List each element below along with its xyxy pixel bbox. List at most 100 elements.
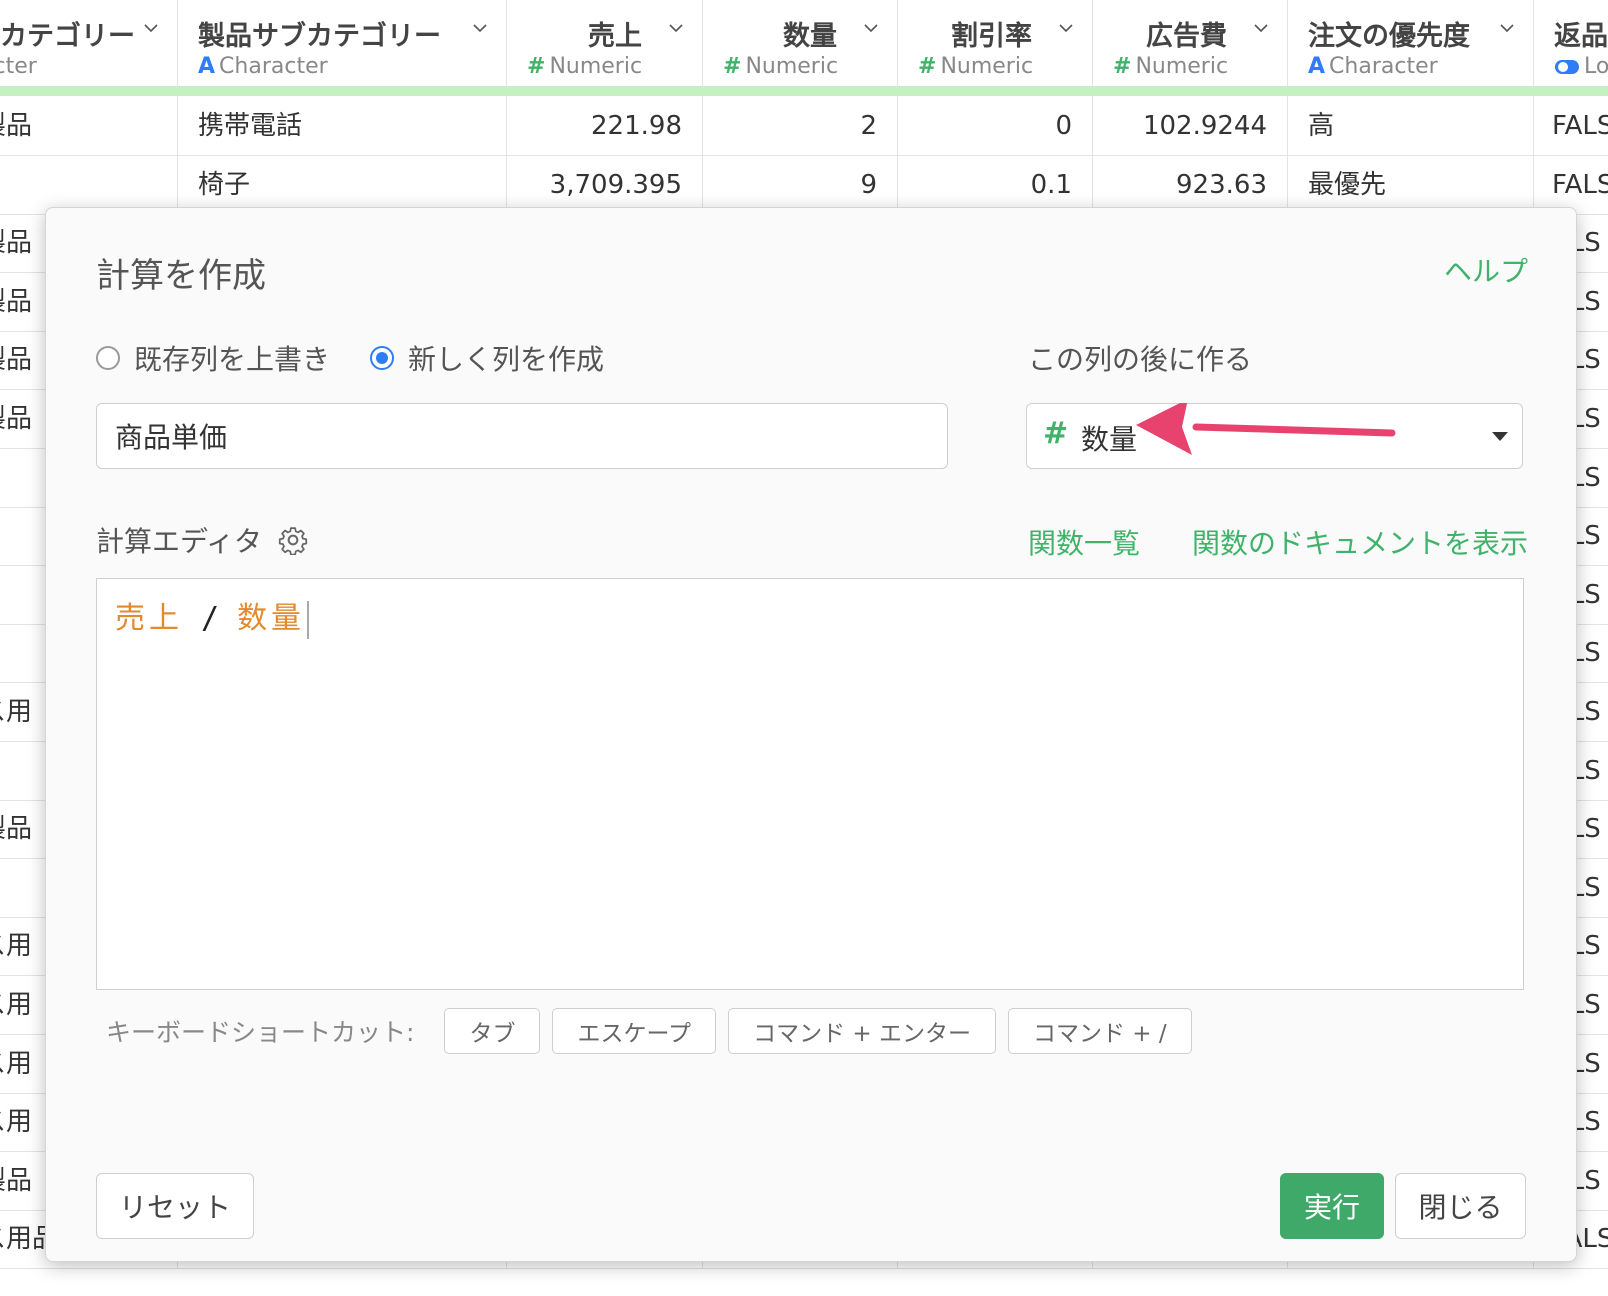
table-cell: 0: [898, 96, 1093, 156]
dialog-title: 計算を作成: [96, 256, 266, 296]
table-cell: 携帯電話: [178, 96, 507, 156]
shortcut-key-cmd-slash: コマンド + /: [1007, 1008, 1192, 1054]
column-type-label: A Character: [198, 54, 328, 79]
reset-button[interactable]: リセット: [96, 1173, 254, 1239]
character-type-icon: A: [1308, 54, 1326, 79]
expression-operator: /: [201, 601, 220, 636]
logical-type-icon: [1554, 54, 1580, 79]
column-type-name: Numeric: [549, 54, 643, 79]
numeric-type-icon: #: [1043, 416, 1069, 451]
radio-circle[interactable]: [96, 346, 120, 370]
column-header-name: 数量: [783, 21, 837, 52]
chevron-down-icon[interactable]: [1253, 20, 1269, 36]
column-type-name: Numeric: [1135, 54, 1229, 79]
column-type-label: # Numeric: [918, 54, 1033, 79]
gear-icon[interactable]: [278, 525, 308, 555]
character-type-icon: A: [198, 54, 216, 79]
chevron-down-icon[interactable]: [1499, 20, 1515, 36]
column-header[interactable]: 製品サブカテゴリー A Character: [178, 0, 507, 86]
radio-overwrite-column[interactable]: 既存列を上書き: [96, 338, 330, 378]
run-button[interactable]: 実行: [1280, 1173, 1384, 1239]
column-type-label: A Character: [1308, 54, 1438, 79]
table-cell: 最優先: [1288, 154, 1534, 215]
column-header[interactable]: カテゴリーacter: [0, 0, 178, 86]
shortcut-key-escape: エスケープ: [552, 1008, 717, 1054]
table-cell: 923.63: [1093, 154, 1288, 215]
column-type-label: # Numeric: [527, 54, 642, 79]
table-cell: FALS: [1534, 96, 1608, 156]
expression-column-token: 売上: [115, 601, 183, 636]
chevron-down-icon[interactable]: [863, 20, 879, 36]
keyboard-shortcuts: キーボードショートカット: タブ エスケープ コマンド + エンター コマンド …: [106, 1008, 1204, 1054]
column-type-label: Lo: [1554, 54, 1608, 79]
shortcut-key-cmd-enter: コマンド + エンター: [728, 1008, 996, 1054]
numeric-type-icon: #: [918, 54, 937, 79]
column-header-name: 広告費: [1146, 21, 1227, 52]
numeric-type-icon: #: [723, 54, 742, 79]
table-cell: [0, 154, 178, 215]
column-header[interactable]: 注文の優先度 A Character: [1288, 0, 1534, 86]
function-list-link[interactable]: 関数一覧: [1028, 522, 1140, 562]
column-header-name: 売上: [588, 21, 642, 52]
column-header-name: 製品サブカテゴリー: [198, 21, 441, 52]
editor-label-text: 計算エディタ: [96, 525, 263, 558]
column-type-label: acter: [0, 54, 37, 79]
numeric-type-icon: #: [527, 54, 546, 79]
radio-create-new-column[interactable]: 新しく列を作成: [370, 338, 604, 378]
column-header[interactable]: 売上 # Numeric: [507, 0, 703, 86]
radio-overwrite-label: 既存列を上書き: [134, 343, 331, 376]
column-header[interactable]: 割引率 # Numeric: [898, 0, 1093, 86]
function-docs-link[interactable]: 関数のドキュメントを表示: [1192, 522, 1528, 562]
after-column-value: 数量: [1081, 423, 1138, 456]
table-cell: 2: [703, 96, 898, 156]
table-cell: 0.1: [898, 154, 1093, 215]
table-cell: 製品: [0, 96, 178, 156]
chevron-down-icon[interactable]: [668, 20, 684, 36]
column-type-name: Numeric: [940, 54, 1034, 79]
table-cell: FALS: [1534, 155, 1608, 215]
calculation-editor-label: 計算エディタ: [96, 520, 308, 560]
new-column-name-input[interactable]: [96, 403, 948, 469]
radio-circle-selected[interactable]: [370, 346, 395, 370]
help-link[interactable]: ヘルプ: [1444, 250, 1528, 290]
expression-column-token: 数量: [237, 601, 306, 636]
chevron-down-icon[interactable]: [143, 20, 159, 36]
column-type-name: Character: [1329, 54, 1438, 79]
caret-down-icon[interactable]: [1492, 432, 1508, 441]
table-row: 製品携帯電話221.9820102.9244高FALS: [0, 96, 1608, 156]
table-cell: 9: [703, 154, 898, 215]
shortcuts-label: キーボードショートカット:: [106, 1018, 415, 1047]
column-type-name: Lo: [1584, 54, 1608, 79]
create-calculation-dialog: 計算を作成 ヘルプ 既存列を上書き 新しく列を作成 この列の後に作る # 数量 …: [45, 207, 1577, 1262]
table-cell: 3,709.395: [507, 154, 703, 215]
chevron-down-icon[interactable]: [1058, 20, 1074, 36]
after-column-label: この列の後に作る: [1028, 343, 1253, 376]
column-header[interactable]: 数量 # Numeric: [703, 0, 898, 86]
chevron-down-icon[interactable]: [472, 20, 488, 36]
annotation-arrow-icon: [1136, 403, 1396, 455]
column-header-name: 返品: [1554, 21, 1608, 52]
table-cell: 高: [1288, 96, 1534, 156]
column-type-name: Character: [219, 54, 328, 79]
column-type-label: # Numeric: [1113, 54, 1228, 79]
column-header[interactable]: 広告費 # Numeric: [1093, 0, 1288, 86]
radio-new-label: 新しく列を作成: [408, 343, 605, 376]
mode-radio-group: 既存列を上書き 新しく列を作成: [96, 338, 644, 378]
calculation-editor[interactable]: 売上 / 数量: [96, 578, 1524, 990]
column-header-name: カテゴリー: [0, 21, 135, 52]
shortcut-key-tab: タブ: [444, 1008, 541, 1054]
column-type-name: Numeric: [745, 54, 839, 79]
column-type-label: # Numeric: [723, 54, 838, 79]
column-type-name: acter: [0, 54, 37, 79]
column-header[interactable]: 返品 Lo: [1534, 0, 1608, 86]
numeric-type-icon: #: [1113, 54, 1132, 79]
column-header-name: 注文の優先度: [1308, 21, 1470, 52]
table-cell: 椅子: [178, 154, 507, 215]
close-button[interactable]: 閉じる: [1395, 1173, 1526, 1239]
column-header-name: 割引率: [951, 21, 1032, 52]
text-cursor: [307, 600, 310, 639]
table-row: 椅子 3,709.395 9 0.1 923.63 最優先 FALS: [0, 154, 1608, 215]
column-quality-bar: [0, 86, 1608, 96]
table-cell: 102.9244: [1093, 96, 1288, 156]
table-cell: 221.98: [507, 96, 703, 156]
